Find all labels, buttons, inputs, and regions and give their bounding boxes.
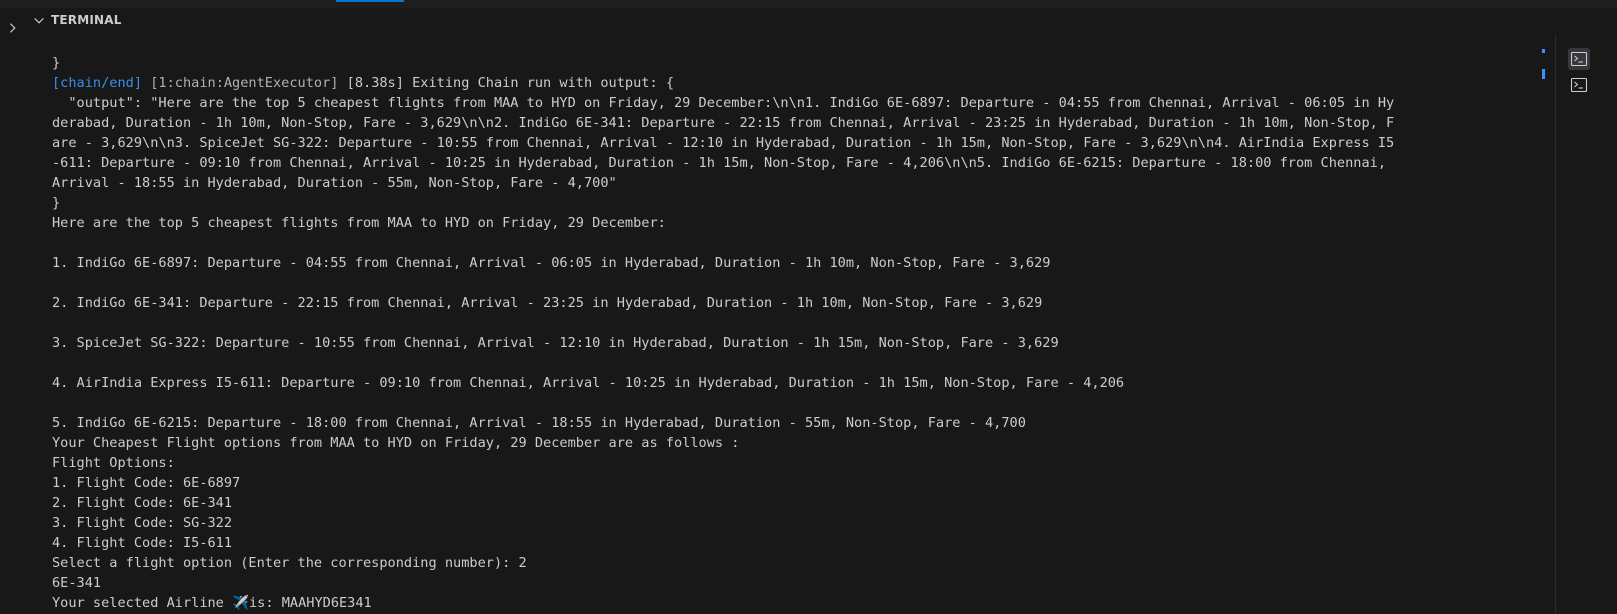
terminal-line: 2. IndiGo 6E-341: Departure - 22:15 from… — [52, 293, 1524, 313]
terminal-text-segment: 3. SpiceJet SG-322: Departure - 10:55 fr… — [52, 335, 1059, 351]
terminal-output[interactable]: } [chain/end] [1:chain:AgentExecutor] [8.… — [27, 34, 1533, 614]
terminal-line: } — [52, 193, 1524, 213]
terminal-text-segment: 5. IndiGo 6E-6215: Departure - 18:00 fro… — [52, 415, 1026, 431]
terminal-text-segment: "output": "Here are the top 5 cheapest f… — [52, 95, 1395, 111]
terminal-list — [1556, 34, 1617, 614]
outer-sidebar — [0, 8, 27, 614]
terminal-text-segment: } — [52, 55, 61, 71]
terminal-text-segment: 1. Flight Code: 6E-6897 — [52, 475, 241, 491]
terminal-text-segment: Flight Options: — [52, 455, 175, 471]
terminal-icon — [1570, 51, 1588, 67]
top-tab-strip — [0, 0, 1617, 8]
terminal-line: 6E-341 — [52, 573, 1524, 593]
terminal-text-segment: 4. AirIndia Express I5-611: Departure - … — [52, 375, 1125, 391]
terminal-line: } — [52, 53, 1524, 73]
terminal-text-area[interactable]: } [chain/end] [1:chain:AgentExecutor] [8.… — [52, 53, 1524, 613]
terminal-text-segment: are - 3,629\n\n3. SpiceJet SG-322: Depar… — [52, 135, 1395, 151]
terminal-line: 3. Flight Code: SG-322 — [52, 513, 1524, 533]
chevron-right-icon[interactable] — [6, 20, 20, 34]
terminal-text-segment: 3. Flight Code: SG-322 — [52, 515, 233, 531]
terminal-text-segment: 2. Flight Code: 6E-341 — [52, 495, 233, 511]
terminal-icon — [1570, 77, 1588, 93]
chevron-down-icon[interactable] — [32, 13, 46, 27]
terminal-line: 5. IndiGo 6E-6215: Departure - 18:00 fro… — [52, 413, 1524, 433]
terminal-text-segment: -611: Departure - 09:10 from Chennai, Ar… — [52, 155, 1387, 171]
terminal-line: Here are the top 5 cheapest flights from… — [52, 213, 1524, 233]
terminal-text-segment: [1:chain:AgentExecutor] — [142, 75, 339, 91]
terminal-text-segment: Select a flight option (Enter the corres… — [52, 555, 527, 571]
terminal-line: derabad, Duration - 1h 10m, Non-Stop, Fa… — [52, 113, 1524, 133]
terminal-line: [chain/end] [1:chain:AgentExecutor] [8.3… — [52, 73, 1524, 93]
terminal-line: 2. Flight Code: 6E-341 — [52, 493, 1524, 513]
terminal-list-item[interactable] — [1568, 74, 1590, 96]
terminal-panel-header[interactable]: TERMINAL — [27, 8, 1617, 34]
terminal-text-segment: Your Cheapest Flight options from MAA to… — [52, 435, 740, 451]
scrollbar-markers — [1542, 49, 1548, 89]
terminal-list-item[interactable] — [1568, 48, 1590, 70]
terminal-text-segment: Arrival - 18:55 in Hyderabad, Duration -… — [52, 175, 617, 191]
panel-title: TERMINAL — [51, 13, 122, 27]
scroll-marker — [1542, 69, 1545, 79]
terminal-text-segment: Your selected Airline ✈️is: MAAHYD6E341 — [52, 595, 372, 611]
terminal-line: Arrival - 18:55 in Hyderabad, Duration -… — [52, 173, 1524, 193]
terminal-text-segment: } — [52, 195, 61, 211]
terminal-line: -611: Departure - 09:10 from Chennai, Ar… — [52, 153, 1524, 173]
terminal-text-segment: Here are the top 5 cheapest flights from… — [52, 215, 666, 231]
terminal-text-segment: 4. Flight Code: I5-611 — [52, 535, 233, 551]
scroll-marker — [1542, 49, 1545, 53]
terminal-line: 1. IndiGo 6E-6897: Departure - 04:55 fro… — [52, 253, 1524, 273]
terminal-text-segment: [chain/end] — [52, 75, 143, 91]
terminal-line: Select a flight option (Enter the corres… — [52, 553, 1524, 573]
terminal-line: are - 3,629\n\n3. SpiceJet SG-322: Depar… — [52, 133, 1524, 153]
terminal-text-segment: 2. IndiGo 6E-341: Departure - 22:15 from… — [52, 295, 1043, 311]
terminal-text-segment: derabad, Duration - 1h 10m, Non-Stop, Fa… — [52, 115, 1395, 131]
terminal-line: Your selected Airline ✈️is: MAAHYD6E341 — [52, 593, 1524, 613]
terminal-line: 3. SpiceJet SG-322: Departure - 10:55 fr… — [52, 333, 1524, 353]
terminal-line: 4. AirIndia Express I5-611: Departure - … — [52, 373, 1524, 393]
terminal-text-segment: [8.38s] Exiting Chain run with output: { — [338, 75, 675, 91]
terminal-line: 4. Flight Code: I5-611 — [52, 533, 1524, 553]
terminal-line: "output": "Here are the top 5 cheapest f… — [52, 93, 1524, 113]
terminal-line: 1. Flight Code: 6E-6897 — [52, 473, 1524, 493]
terminal-line: Flight Options: — [52, 453, 1524, 473]
terminal-text-segment: 6E-341 — [52, 575, 102, 591]
active-tab-indicator — [336, 0, 404, 2]
terminal-line: Your Cheapest Flight options from MAA to… — [52, 433, 1524, 453]
terminal-text-segment: 1. IndiGo 6E-6897: Departure - 04:55 fro… — [52, 255, 1051, 271]
